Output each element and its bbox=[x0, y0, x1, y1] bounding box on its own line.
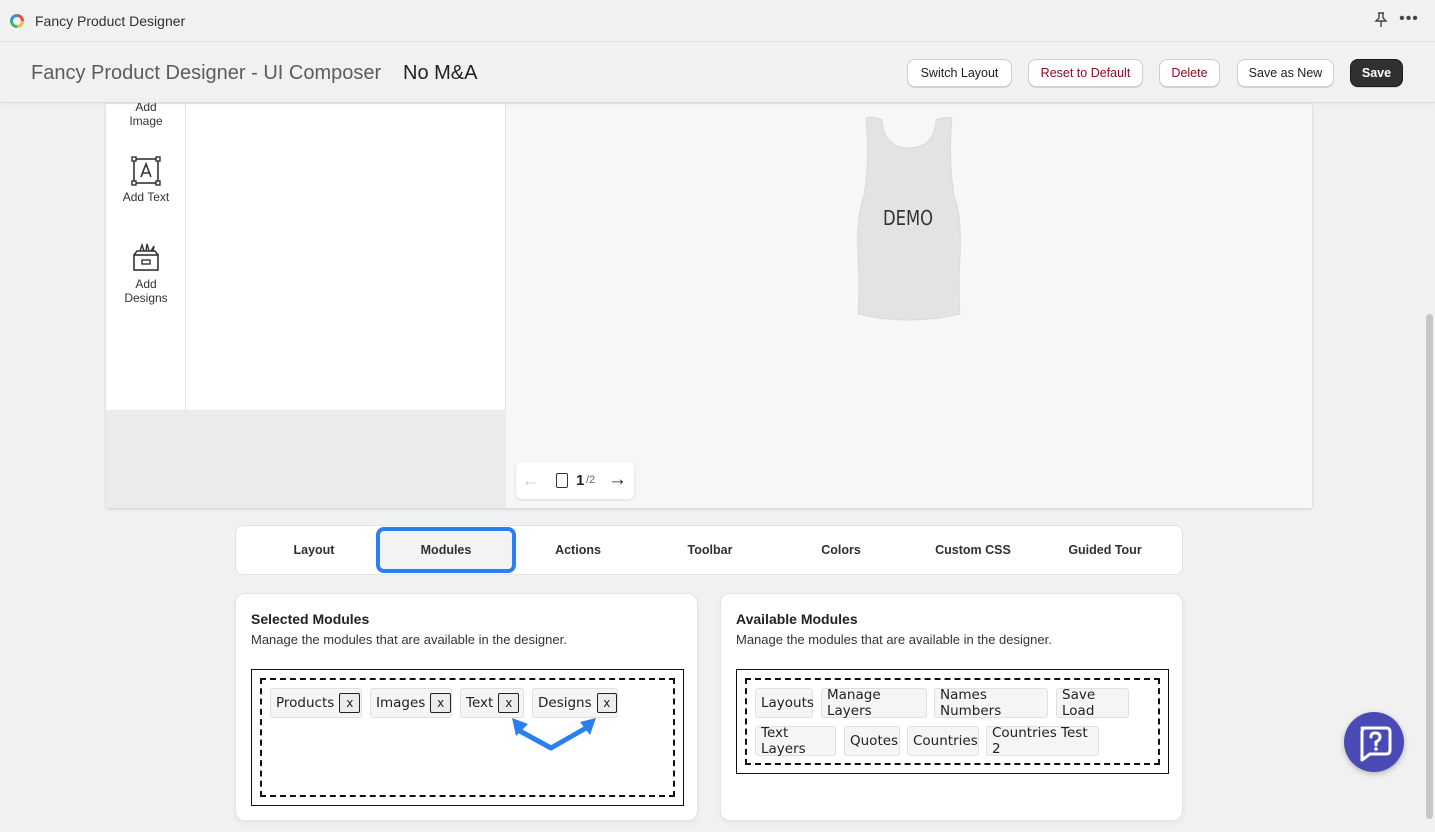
module-chip-countries[interactable]: Countries bbox=[907, 726, 979, 756]
current-view-number: 1 bbox=[576, 472, 585, 489]
tab-toolbar[interactable]: Toolbar bbox=[644, 531, 776, 569]
tab-guided-tour[interactable]: Guided Tour bbox=[1039, 531, 1171, 569]
text-icon bbox=[131, 156, 161, 186]
nav-add-designs[interactable]: Add Designs bbox=[106, 243, 186, 305]
nav-add-designs-label: Add Designs bbox=[124, 277, 168, 305]
designer-side-nav: Add Image Add Text Add Designs bbox=[106, 100, 186, 410]
view-pager: ← 1 /2 → bbox=[516, 462, 634, 499]
module-chip-label: Images bbox=[376, 695, 426, 711]
total-views: /2 bbox=[586, 474, 596, 486]
module-chip-countries-test-2[interactable]: Countries Test 2 bbox=[986, 725, 1099, 757]
page-title: Fancy Product Designer - UI Composer bbox=[31, 62, 382, 84]
nav-add-image[interactable]: Add Image bbox=[106, 100, 186, 128]
module-chip-text-layers[interactable]: Text Layers bbox=[755, 725, 836, 757]
module-chip-save-load[interactable]: Save Load bbox=[1056, 687, 1129, 719]
selected-modules-card: Selected Modules Manage the modules that… bbox=[235, 593, 698, 821]
remove-module-button[interactable]: x bbox=[430, 693, 451, 713]
composer-tabs: Layout Modules Actions Toolbar Colors Cu… bbox=[235, 525, 1183, 575]
page-header: Fancy Product Designer - UI Composer No … bbox=[0, 43, 1435, 103]
app-title: Fancy Product Designer bbox=[35, 13, 186, 29]
app-bar: Fancy Product Designer ••• bbox=[0, 0, 1435, 42]
delete-button[interactable]: Delete bbox=[1159, 59, 1220, 87]
nav-add-image-label: Add Image bbox=[129, 100, 163, 128]
app-logo-icon bbox=[10, 14, 24, 28]
module-chip-quotes[interactable]: Quotes bbox=[844, 726, 900, 756]
available-modules-title: Available Modules bbox=[736, 611, 858, 627]
pin-icon[interactable] bbox=[1372, 12, 1390, 30]
product-print-text: DEMO bbox=[882, 206, 934, 230]
switch-layout-button[interactable]: Switch Layout bbox=[907, 59, 1012, 87]
available-modules-description: Manage the modules that are available in… bbox=[736, 632, 1052, 647]
tab-actions[interactable]: Actions bbox=[512, 531, 644, 569]
selected-modules-title: Selected Modules bbox=[251, 611, 370, 627]
save-button[interactable]: Save bbox=[1350, 59, 1403, 87]
module-chip-label: Text bbox=[466, 695, 494, 711]
tab-modules[interactable]: Modules bbox=[380, 531, 512, 569]
remove-module-button[interactable]: x bbox=[339, 693, 361, 713]
nav-add-text-label: Add Text bbox=[122, 190, 170, 204]
designer-side-panel bbox=[186, 104, 506, 410]
help-chat-button[interactable] bbox=[1344, 712, 1404, 772]
previous-view-arrow-icon[interactable]: ← bbox=[522, 470, 540, 491]
module-chip-layouts[interactable]: Layouts bbox=[755, 688, 814, 718]
selected-modules-list[interactable]: Products x Images x Text x Designs x bbox=[251, 669, 684, 806]
tab-colors[interactable]: Colors bbox=[775, 531, 907, 569]
selected-modules-description: Manage the modules that are available in… bbox=[251, 632, 567, 647]
page-subtitle: No M&A bbox=[403, 62, 478, 84]
nav-add-text[interactable]: Add Text bbox=[106, 156, 186, 204]
document-icon bbox=[556, 473, 568, 488]
save-as-new-button[interactable]: Save as New bbox=[1237, 59, 1334, 87]
tab-layout[interactable]: Layout bbox=[248, 531, 380, 569]
next-view-arrow-icon[interactable]: → bbox=[608, 469, 627, 491]
available-modules-card: Available Modules Manage the modules tha… bbox=[720, 593, 1183, 821]
module-chip-manage-layers[interactable]: Manage Layers bbox=[821, 687, 927, 719]
designs-icon bbox=[133, 243, 159, 271]
chat-question-icon bbox=[1360, 726, 1392, 762]
more-options-icon[interactable]: ••• bbox=[1399, 10, 1419, 30]
scrollbar-thumb[interactable] bbox=[1426, 314, 1433, 819]
tab-custom-css[interactable]: Custom CSS bbox=[907, 531, 1039, 569]
module-chip-images[interactable]: Images x bbox=[370, 688, 452, 718]
product-stage[interactable]: DEMO ← 1 /2 → bbox=[506, 104, 1312, 508]
available-modules-list[interactable]: Layouts Manage Layers Names Numbers Save… bbox=[736, 669, 1169, 774]
designer-preview: Add Image Add Text Add Designs DEMO ← 1 … bbox=[106, 100, 1312, 508]
reset-to-default-button[interactable]: Reset to Default bbox=[1028, 59, 1143, 87]
module-chip-label: Products bbox=[276, 695, 335, 711]
annotation-arrows bbox=[512, 718, 596, 751]
module-chip-names-numbers[interactable]: Names Numbers bbox=[934, 687, 1048, 719]
module-chip-products[interactable]: Products x bbox=[270, 688, 362, 718]
